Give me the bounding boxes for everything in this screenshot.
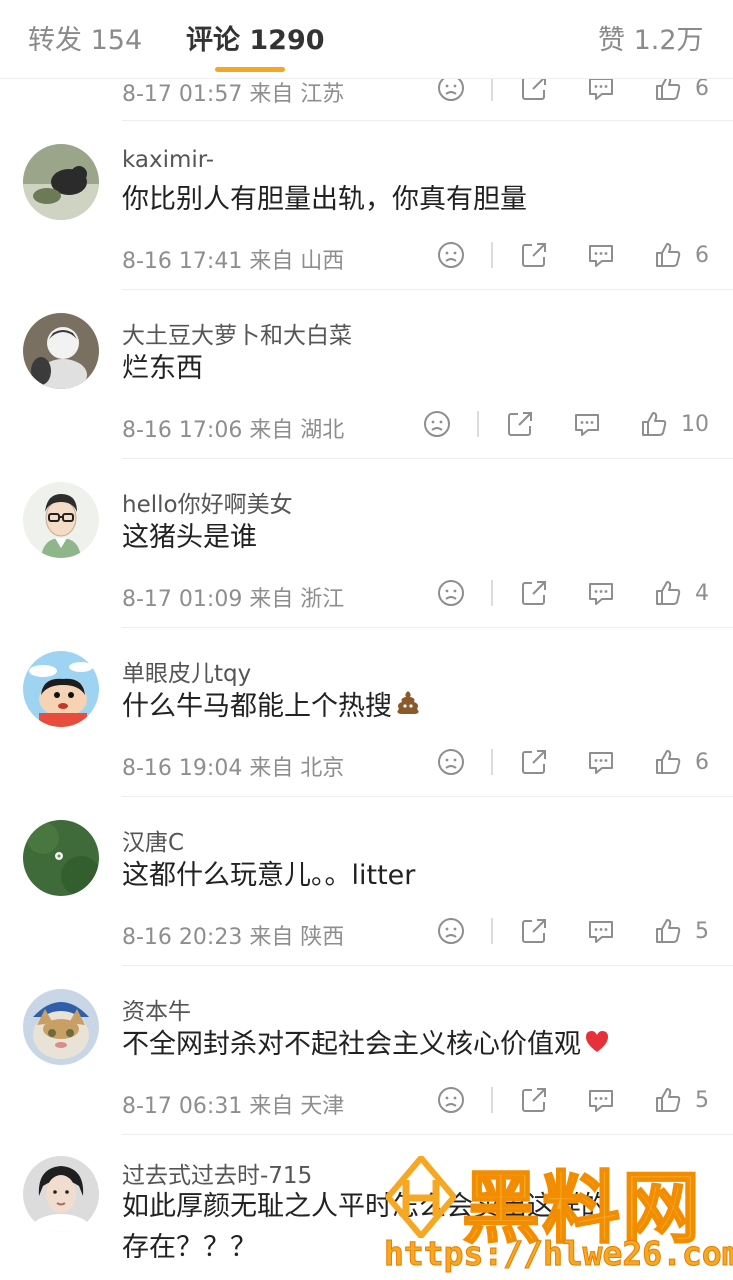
tab-comments[interactable]: 评论 1290 bbox=[186, 18, 325, 57]
watermark-url: https://hlwe26.com bbox=[384, 1234, 733, 1274]
comment-icon[interactable] bbox=[585, 746, 617, 778]
action-divider bbox=[491, 918, 493, 944]
comment-item: hello你好啊美女 这猪头是谁 8-17 01:09 来自 浙江 4 bbox=[0, 458, 733, 626]
divider bbox=[122, 458, 733, 459]
heart-emoji bbox=[583, 1025, 611, 1066]
username[interactable]: 大土豆大萝卜和大白菜 bbox=[122, 316, 352, 350]
comment-meta: 8-16 19:04 来自 北京 bbox=[122, 756, 345, 781]
comment-meta: 8-16 20:23 来自 陕西 bbox=[122, 925, 345, 950]
action-divider bbox=[477, 411, 479, 437]
poop-emoji bbox=[394, 687, 422, 728]
comment-meta: 8-17 01:09 来自 浙江 bbox=[122, 587, 345, 612]
active-tab-indicator bbox=[215, 67, 285, 72]
username[interactable]: 汉唐C bbox=[122, 823, 184, 857]
divider bbox=[122, 289, 733, 290]
comment-text: 你比别人有胆量出轨，你真有胆量 bbox=[122, 184, 527, 215]
action-divider bbox=[491, 580, 493, 606]
comment-item: 大土豆大萝卜和大白菜 烂东西 8-16 17:06 来自 湖北 10 bbox=[0, 289, 733, 457]
divider bbox=[122, 965, 733, 966]
dislike-face-icon[interactable] bbox=[435, 1084, 467, 1116]
thumbs-up-icon[interactable] bbox=[652, 746, 684, 778]
username[interactable]: kaximir- bbox=[122, 147, 214, 173]
comment-tabs: 转发 154 评论 1290 赞 1.2万 bbox=[0, 0, 733, 79]
like-count: 6 bbox=[695, 76, 709, 101]
thumbs-up-icon[interactable] bbox=[652, 915, 684, 947]
comment-text: 这猪头是谁 bbox=[122, 522, 257, 553]
tab-likes[interactable]: 赞 1.2万 bbox=[598, 18, 704, 57]
divider bbox=[122, 796, 733, 797]
share-icon[interactable] bbox=[518, 1084, 550, 1116]
comment-meta: 8-17 06:31 来自 天津 bbox=[122, 1094, 345, 1119]
comment-meta: 8-16 17:06 来自 湖北 bbox=[122, 418, 345, 443]
like-count: 5 bbox=[695, 1088, 709, 1113]
comment-text: 不全网封杀对不起社会主义核心价值观 bbox=[122, 1024, 722, 1066]
comment-item: 汉唐C 这都什么玩意儿。。litter 8-16 20:23 来自 陕西 5 bbox=[0, 796, 733, 964]
comment-icon[interactable] bbox=[585, 915, 617, 947]
dislike-face-icon[interactable] bbox=[435, 577, 467, 609]
divider bbox=[122, 120, 733, 121]
avatar[interactable] bbox=[23, 144, 99, 220]
divider bbox=[122, 1134, 733, 1135]
watermark: 黑料网 https://hlwe26.com bbox=[380, 1150, 733, 1276]
like-count: 4 bbox=[695, 581, 709, 606]
avatar[interactable] bbox=[23, 1156, 99, 1232]
tab-repost[interactable]: 转发 154 bbox=[28, 18, 142, 57]
comment-item: 单眼皮儿tqy 什么牛马都能上个热搜 8-16 19:04 来自 北京 6 bbox=[0, 627, 733, 795]
avatar[interactable] bbox=[23, 313, 99, 389]
comment-icon[interactable] bbox=[585, 1084, 617, 1116]
comment-text-body: 不全网封杀对不起社会主义核心价值观 bbox=[122, 1029, 581, 1060]
thumbs-up-icon[interactable] bbox=[652, 1084, 684, 1116]
action-divider bbox=[491, 1087, 493, 1113]
like-count: 10 bbox=[681, 412, 709, 437]
like-count: 5 bbox=[695, 919, 709, 944]
thumbs-up-icon[interactable] bbox=[638, 408, 670, 440]
username[interactable]: hello你好啊美女 bbox=[122, 485, 293, 519]
username[interactable]: 资本牛 bbox=[122, 992, 191, 1026]
divider bbox=[122, 627, 733, 628]
comment-icon[interactable] bbox=[585, 577, 617, 609]
comment-item: 资本牛 不全网封杀对不起社会主义核心价值观 8-17 06:31 来自 天津 5 bbox=[0, 965, 733, 1133]
dislike-face-icon[interactable] bbox=[421, 408, 453, 440]
watermark-logo-icon bbox=[384, 1153, 458, 1241]
comment-icon[interactable] bbox=[585, 239, 617, 271]
comment-icon[interactable] bbox=[571, 408, 603, 440]
action-divider bbox=[491, 242, 493, 268]
avatar[interactable] bbox=[23, 989, 99, 1065]
share-icon[interactable] bbox=[518, 746, 550, 778]
action-divider bbox=[491, 749, 493, 775]
avatar[interactable] bbox=[23, 820, 99, 896]
avatar[interactable] bbox=[23, 651, 99, 727]
comment-meta: 8-17 01:57 来自 江苏 bbox=[122, 82, 345, 107]
dislike-face-icon[interactable] bbox=[435, 746, 467, 778]
share-icon[interactable] bbox=[518, 239, 550, 271]
avatar[interactable] bbox=[23, 482, 99, 558]
like-count: 6 bbox=[695, 750, 709, 775]
comment-item: kaximir- 你比别人有胆量出轨，你真有胆量 8-16 17:41 来自 山… bbox=[0, 120, 733, 288]
like-count: 6 bbox=[695, 243, 709, 268]
comment-text: 烂东西 bbox=[122, 353, 203, 384]
share-icon[interactable] bbox=[504, 408, 536, 440]
dislike-face-icon[interactable] bbox=[435, 915, 467, 947]
username[interactable]: 过去式过去时-715 bbox=[122, 1156, 312, 1190]
comment-meta: 8-16 17:41 来自 山西 bbox=[122, 249, 345, 274]
share-icon[interactable] bbox=[518, 915, 550, 947]
comment-text-body: 什么牛马都能上个热搜 bbox=[122, 691, 392, 722]
thumbs-up-icon[interactable] bbox=[652, 239, 684, 271]
share-icon[interactable] bbox=[518, 577, 550, 609]
comment-text: 这都什么玩意儿。。litter bbox=[122, 860, 416, 891]
username[interactable]: 单眼皮儿tqy bbox=[122, 654, 251, 688]
thumbs-up-icon[interactable] bbox=[652, 577, 684, 609]
comment-text: 什么牛马都能上个热搜 bbox=[122, 686, 722, 728]
dislike-face-icon[interactable] bbox=[435, 239, 467, 271]
